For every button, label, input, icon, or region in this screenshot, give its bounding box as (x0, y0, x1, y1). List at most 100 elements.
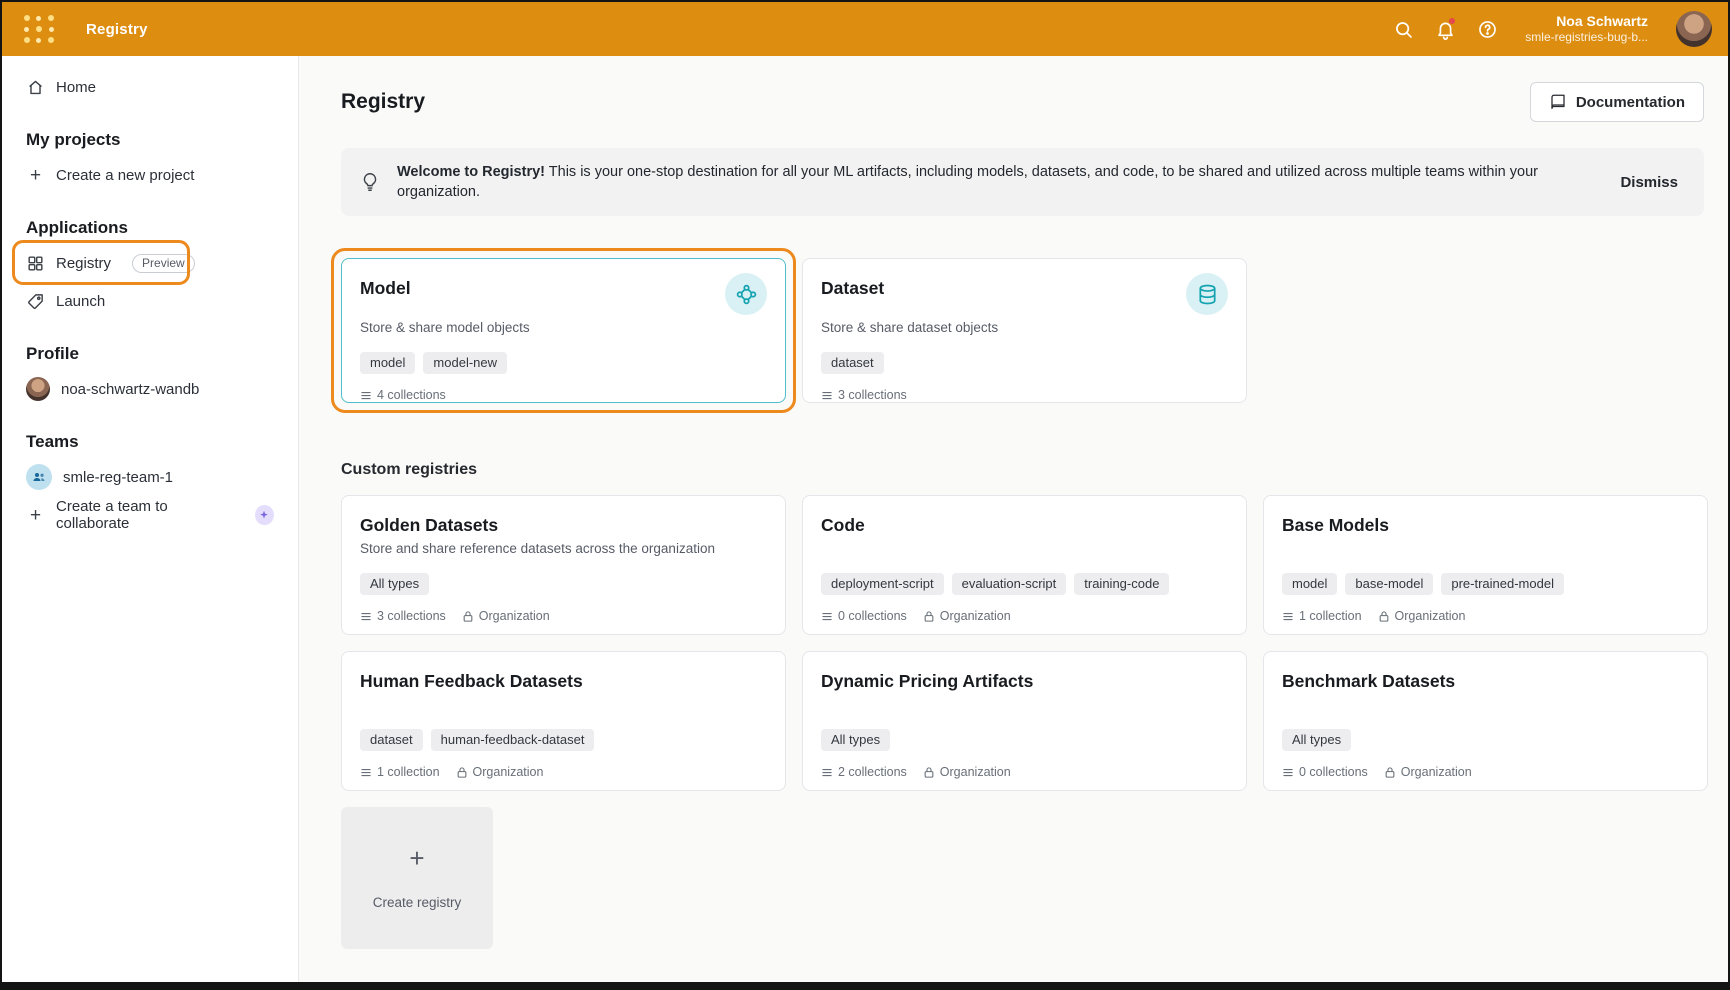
topbar-actions: Noa Schwartz smle-registries-bug-b... (1391, 11, 1712, 47)
tag-deployment-script: deployment-script (821, 573, 944, 595)
card-description (1282, 541, 1689, 560)
registry-card-dynamic-pricing-artifacts[interactable]: Dynamic Pricing ArtifactsAll types2 coll… (802, 651, 1247, 791)
tag-model: model (1282, 573, 1337, 595)
card-title: Model (360, 275, 411, 299)
registry-card-base-models[interactable]: Base Models model base-model pre-trained-mo… (1263, 495, 1708, 635)
sidebar-heading-applications: Applications (2, 218, 298, 238)
topbar: Registry Noa Schwartz smle-registries-bu… (2, 2, 1728, 56)
sidebar-item-registry[interactable]: Registry Preview (2, 244, 298, 282)
visibility-organization: Organization (456, 765, 544, 779)
registry-card-code[interactable]: Code deployment-scriptevaluation-scripttr… (802, 495, 1247, 635)
card-title: Base Models (1282, 512, 1389, 536)
card-description: Store & share model objects (360, 320, 767, 339)
home-icon (26, 78, 45, 97)
collections-count: 3 collections (360, 609, 446, 623)
registry-card-model[interactable]: Model Store & share model objects modelmod… (341, 258, 786, 403)
registry-card-dataset[interactable]: DatasetStore & share dataset objectsdata… (802, 258, 1247, 403)
card-title: Dataset (821, 275, 884, 299)
card-description: Store and share reference datasets acros… (360, 541, 767, 560)
card-description (1282, 697, 1689, 716)
sidebar-item-label: Create a team to collaborate (56, 498, 236, 532)
sidebar-item-label: Registry (56, 255, 111, 272)
profile-avatar (26, 377, 50, 401)
plus-icon: + (26, 166, 45, 185)
custom-registries-heading: Custom registries (341, 461, 1704, 479)
dismiss-button[interactable]: Dismiss (1620, 174, 1678, 191)
registry-card-golden-datasets[interactable]: Golden DatasetsStore and share reference… (341, 495, 786, 635)
meta-row: 1 collectionOrganization (1282, 609, 1689, 623)
visibility-organization: Organization (462, 609, 550, 623)
card-title: Code (821, 512, 865, 536)
tag-all-types: All types (1282, 729, 1351, 751)
collections-count: 2 collections (821, 765, 907, 779)
sidebar-item-label: noa-schwartz-wandb (61, 381, 199, 398)
registry-card-benchmark-datasets[interactable]: Benchmark DatasetsAll types0 collections… (1263, 651, 1708, 791)
sidebar-item-label: Launch (56, 293, 105, 310)
collections-icon (821, 766, 833, 779)
collections-count: 0 collections (1282, 765, 1368, 779)
database-icon (1186, 273, 1228, 315)
tag-all-types: All types (360, 573, 429, 595)
meta-row: 2 collections Organization (821, 765, 1228, 779)
wandb-logo-icon[interactable] (22, 14, 56, 44)
preview-badge: Preview (132, 254, 195, 273)
tag-training-code: training-code (1074, 573, 1169, 595)
registry-card-human-feedback-datasets[interactable]: Human Feedback Datasets dataset human-feed… (341, 651, 786, 791)
tag-dataset: dataset (821, 352, 884, 374)
user-avatar[interactable] (1676, 11, 1712, 47)
tag-dataset: dataset (360, 729, 423, 751)
sidebar-heading-profile: Profile (2, 344, 298, 364)
user-menu[interactable]: Noa Schwartz smle-registries-bug-b... (1525, 13, 1648, 46)
collections-icon (821, 389, 833, 402)
banner-title: Welcome to Registry! (397, 164, 545, 180)
create-registry-label: Create registry (373, 895, 462, 910)
tag-row: model base-model pre-trained-model (1282, 573, 1689, 595)
create-registry-button[interactable]: + Create registry (341, 807, 493, 949)
card-title: Human Feedback Datasets (360, 668, 583, 692)
documentation-label: Documentation (1576, 94, 1685, 111)
tag-row: All types (821, 729, 1228, 751)
tag-row: deployment-scriptevaluation-scripttraini… (821, 573, 1228, 595)
sidebar-item-create-project[interactable]: + Create a new project (2, 156, 298, 194)
visibility-organization: Organization (923, 765, 1011, 779)
tag-row: modelmodel-new (360, 352, 767, 374)
user-organization: smle-registries-bug-b... (1525, 30, 1648, 45)
card-description (821, 697, 1228, 716)
sidebar-item-label: Home (56, 79, 96, 96)
collections-count: 4 collections (360, 388, 446, 402)
help-icon[interactable] (1475, 17, 1499, 41)
lock-icon (1378, 610, 1390, 623)
collections-count: 1 collection (1282, 609, 1362, 623)
tag-row: All types (360, 573, 767, 595)
meta-row: 4 collections (360, 388, 767, 402)
lock-icon (456, 766, 468, 779)
main-content: Registry Documentation Welcome to Regist… (299, 56, 1728, 982)
tag-human-feedback-dataset: human-feedback-dataset (431, 729, 595, 751)
sidebar-item-home[interactable]: Home (2, 68, 298, 106)
topbar-app-title: Registry (86, 21, 148, 38)
collections-icon (821, 610, 833, 623)
tag-base-model: base-model (1345, 573, 1433, 595)
tag-pre-trained-model: pre-trained-model (1441, 573, 1564, 595)
sidebar-item-label: smle-reg-team-1 (63, 469, 173, 486)
tag-model: model (360, 352, 415, 374)
collections-icon (360, 766, 372, 779)
collections-icon (1282, 610, 1294, 623)
sidebar-item-label: Create a new project (56, 167, 194, 184)
welcome-banner: Welcome to Registry! This is your one-st… (341, 148, 1704, 216)
banner-text: Welcome to Registry! This is your one-st… (397, 162, 1584, 202)
sidebar-item-launch[interactable]: Launch (2, 282, 298, 320)
tag-row: dataset (821, 352, 1228, 374)
documentation-button[interactable]: Documentation (1530, 82, 1704, 122)
collections-icon (1282, 766, 1294, 779)
card-description (821, 541, 1228, 560)
sidebar-item-profile[interactable]: noa-schwartz-wandb (2, 370, 298, 408)
plus-icon: + (26, 506, 45, 525)
lock-icon (462, 610, 474, 623)
notifications-bell-icon[interactable] (1433, 17, 1457, 41)
tag-all-types: All types (821, 729, 890, 751)
search-icon[interactable] (1391, 17, 1415, 41)
sidebar-item-create-team[interactable]: + Create a team to collaborate (2, 496, 298, 534)
meta-row: 3 collections Organization (360, 609, 767, 623)
sidebar-item-team[interactable]: smle-reg-team-1 (2, 458, 298, 496)
